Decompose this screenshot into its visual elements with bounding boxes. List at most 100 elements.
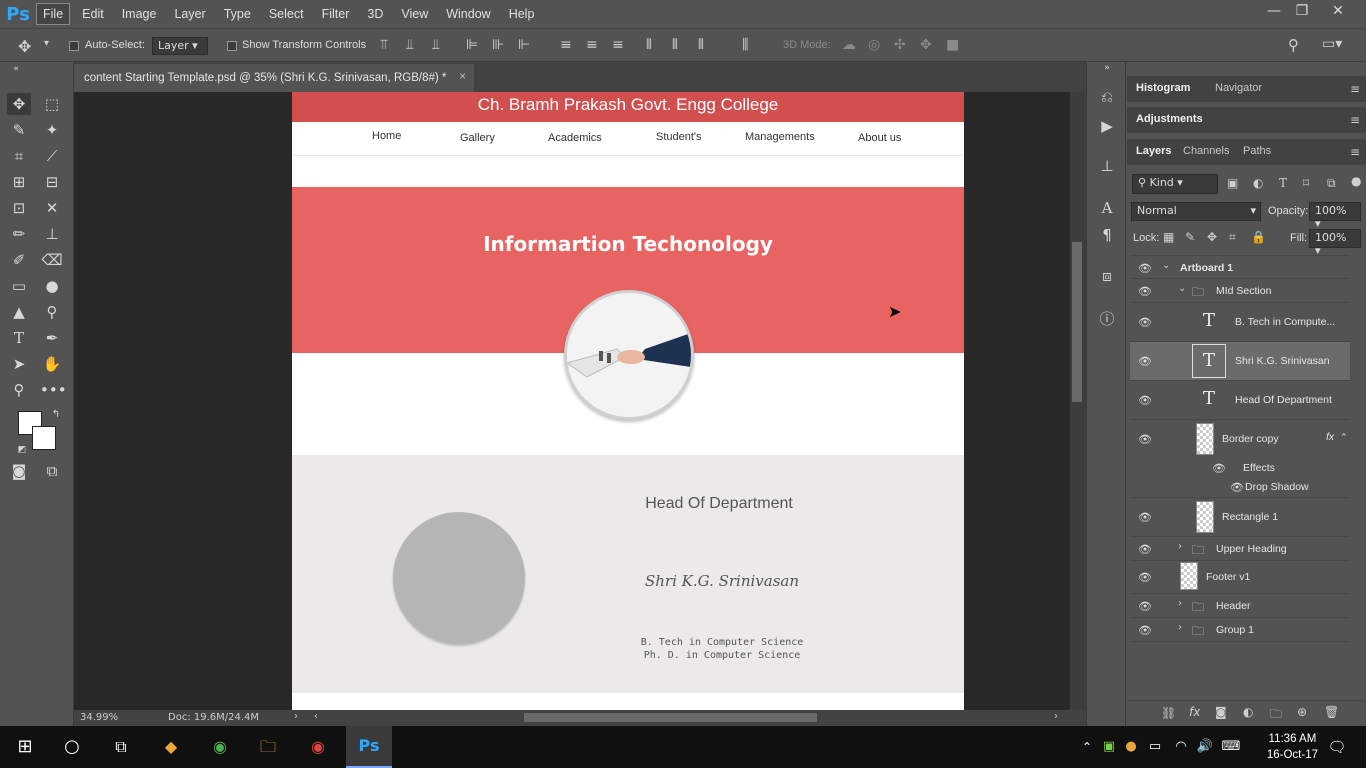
restore-button[interactable]: ❐ (1284, 0, 1320, 24)
layer-border-copy[interactable]: 👁 Border copy fx ⌃ (1130, 420, 1350, 459)
file-explorer-icon[interactable]: 🗀 (253, 733, 283, 761)
vertical-scroll-thumb[interactable] (1072, 242, 1082, 402)
layer-hod-text[interactable]: 👁 T Head Of Department (1130, 381, 1350, 420)
healing-brush-tool-icon[interactable]: ⊞ (7, 171, 31, 193)
search-icon[interactable]: ⚲ (1288, 36, 1299, 54)
paragraph-panel-icon[interactable]: ¶ (1095, 224, 1119, 246)
lock-position-icon[interactable]: ✥ (1207, 230, 1217, 244)
swap-colors-icon[interactable]: ↰ (44, 404, 68, 426)
layer-rectangle-1[interactable]: 👁 Rectangle 1 (1130, 498, 1350, 537)
opacity-field[interactable]: 100% ▾ (1309, 202, 1361, 230)
filter-type-icon[interactable]: T (1279, 176, 1287, 190)
filter-shape-icon[interactable]: ⌑ (1303, 176, 1309, 190)
distribute-hcenter-icon[interactable]: ⫴ (672, 37, 678, 53)
scroll-right-icon[interactable]: › (1054, 711, 1058, 722)
canvas-area[interactable]: Ch. Bramh Prakash Govt. Engg College Hom… (74, 92, 1070, 710)
background-color-swatch[interactable] (32, 426, 56, 450)
quick-select-tool-icon[interactable]: ✎ (7, 119, 31, 141)
visibility-eye-icon[interactable]: 👁 (1138, 624, 1152, 637)
fx-icon[interactable]: fx (1326, 431, 1334, 443)
path-select-tool-icon[interactable]: ➤ (7, 353, 31, 375)
align-hcenter-icon[interactable]: ⊪ (492, 37, 504, 53)
distribute-right-icon[interactable]: ⫴ (698, 37, 704, 53)
chrome-icon[interactable]: ◉ (205, 733, 235, 761)
align-left-icon[interactable]: ⊫ (466, 37, 478, 53)
layer-srinivasan-text[interactable]: 👁 T Shri K.G. Srinivasan (1130, 342, 1350, 381)
show-transform-checkbox[interactable] (227, 41, 237, 51)
kind-filter-dropdown[interactable]: ⚲ Kind ▾ (1132, 174, 1218, 194)
horizontal-scroll-thumb[interactable] (524, 713, 817, 722)
lock-pixels-icon[interactable]: ✎ (1185, 230, 1195, 244)
actions-panel-icon[interactable]: ▶ (1095, 115, 1119, 137)
close-window-button[interactable]: ✕ (1320, 0, 1356, 24)
align-bottom-icon[interactable]: ⫫ (432, 37, 440, 53)
visibility-eye-icon[interactable]: 👁 (1138, 600, 1152, 613)
visibility-eye-icon[interactable]: 👁 (1212, 462, 1226, 475)
fill-field[interactable]: 100% ▾ (1309, 229, 1361, 257)
layer-mid-section[interactable]: 👁 ⌄ 🗀 MId Section (1130, 279, 1350, 303)
brush-tool-icon[interactable]: ✏ (7, 223, 31, 245)
app-icon[interactable]: ◆ (156, 733, 186, 761)
default-colors-icon[interactable]: ◩ (10, 439, 34, 461)
chevron-right-icon[interactable]: › (1178, 622, 1182, 633)
3d-scale-icon[interactable]: ■ (946, 37, 959, 53)
chevron-down-icon[interactable]: ⌄ (1178, 283, 1186, 294)
layer-effects[interactable]: 👁 Effects (1130, 459, 1350, 478)
gradient-tool-icon[interactable]: ▭ (7, 275, 31, 297)
move-tool-icon[interactable]: ✥ (18, 37, 31, 56)
tab-layers[interactable]: Layers (1136, 145, 1171, 157)
document-tab[interactable]: content Starting Template.psd @ 35% (Shr… (74, 64, 474, 92)
menu-filter[interactable]: Filter (316, 4, 356, 24)
notifications-icon[interactable]: 🗨 (1322, 733, 1352, 761)
lock-artboard-icon[interactable]: ⌗ (1229, 230, 1236, 245)
menu-image[interactable]: Image (116, 4, 163, 24)
menu-select[interactable]: Select (263, 4, 310, 24)
marquee-tool-icon[interactable]: ⬚ (40, 93, 64, 115)
visibility-eye-icon[interactable]: 👁 (1138, 571, 1152, 584)
history-brush-tool-icon[interactable]: ✐ (7, 249, 31, 271)
3d-roll-icon[interactable]: ◎ (868, 37, 880, 53)
workspace-icon[interactable]: ▭▾ (1322, 36, 1342, 52)
screen-mode-icon[interactable]: ⧉ (40, 460, 64, 482)
visibility-eye-icon[interactable]: 👁 (1230, 481, 1244, 494)
visibility-eye-icon[interactable]: 👁 (1138, 355, 1152, 368)
menu-help[interactable]: Help (503, 4, 541, 24)
3d-slide-icon[interactable]: ✥ (920, 37, 932, 53)
layer-drop-shadow[interactable]: 👁 Drop Shadow (1130, 478, 1350, 498)
menu-file[interactable]: File (36, 3, 71, 25)
more-tools-icon[interactable]: ••• (40, 379, 67, 401)
close-tab-icon[interactable]: × (459, 71, 466, 83)
filter-pixel-icon[interactable]: ▣ (1227, 176, 1238, 190)
crop-tool-icon[interactable]: ⌗ (7, 145, 31, 167)
system-clock[interactable]: 11:36 AM 16-Oct-17 (1267, 731, 1318, 763)
patch-tool-icon[interactable]: ⊟ (40, 171, 64, 193)
3d-panel-icon[interactable]: ⧈ (1095, 265, 1119, 287)
menu-edit[interactable]: Edit (76, 4, 110, 24)
magic-wand-tool-icon[interactable]: ✦ (40, 119, 64, 141)
artboard[interactable]: Ch. Bramh Prakash Govt. Engg College Hom… (292, 92, 964, 710)
link-layers-icon[interactable]: ⛓ (1161, 706, 1176, 720)
chevron-right-icon[interactable]: › (1178, 541, 1182, 552)
distribute-left-icon[interactable]: ⫴ (646, 37, 652, 53)
visibility-eye-icon[interactable]: 👁 (1138, 262, 1152, 275)
scroll-left-icon[interactable]: ‹ (314, 711, 318, 722)
cortana-icon[interactable]: ○ (57, 733, 87, 761)
new-group-icon[interactable]: 🗀 (1270, 705, 1282, 726)
align-top-icon[interactable]: ⫪ (380, 37, 388, 53)
visibility-eye-icon[interactable]: 👁 (1138, 316, 1152, 329)
collapse-icons-icon[interactable]: » (1095, 61, 1119, 75)
new-layer-icon[interactable]: ⊕ (1297, 705, 1307, 719)
collapse-toolbar-icon[interactable]: « (4, 62, 28, 76)
distribute-bottom-icon[interactable]: ≡ (612, 37, 624, 53)
filter-adjustment-icon[interactable]: ◐ (1253, 176, 1263, 190)
windows-start-icon[interactable]: ⊞ (10, 733, 40, 761)
eraser-tool-icon[interactable]: ⌫ (40, 249, 64, 271)
filter-smart-object-icon[interactable]: ⧉ (1327, 176, 1336, 191)
layer-group-1[interactable]: 👁 › 🗀 Group 1 (1130, 618, 1350, 642)
blur-tool-icon[interactable]: ● (40, 275, 64, 297)
zoom-level[interactable]: 34.99% (80, 712, 118, 723)
menu-3d[interactable]: 3D (361, 4, 389, 24)
distribute-vcenter-icon[interactable]: ≡ (586, 37, 598, 53)
dropdown-arrow-icon[interactable]: ▾ (44, 38, 49, 49)
distribute-top-icon[interactable]: ≡ (560, 37, 572, 53)
